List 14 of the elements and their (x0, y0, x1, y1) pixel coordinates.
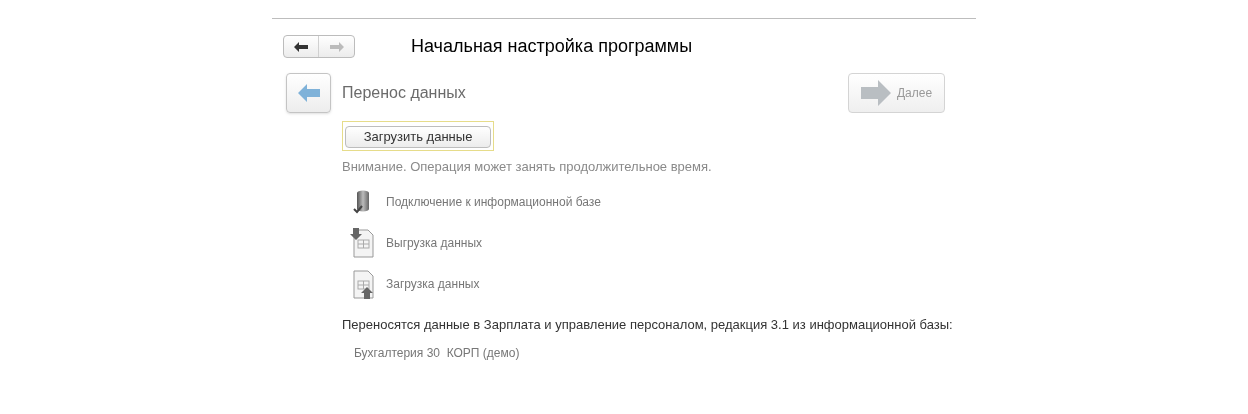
step-label: Выгрузка данных (386, 234, 483, 252)
load-data-button[interactable]: Загрузить данные (345, 125, 491, 148)
step-label: Подключение к информационной базе (386, 193, 601, 211)
info-text: Переносятся данные в Зарплата и управление персоналом, редакция 3.1 из информационной базы: (342, 315, 954, 334)
warning-text: Внимание. Операция может занять продолжительное время. (342, 158, 713, 176)
left-arrow-icon (294, 41, 308, 52)
page-title: Перенос данных (342, 83, 466, 103)
right-arrow-icon (860, 80, 891, 106)
back-step-button[interactable] (286, 73, 331, 113)
step-label: Загрузка данных (386, 275, 480, 293)
right-arrow-icon (329, 41, 344, 52)
left-arrow-icon (297, 84, 320, 102)
source-base-name: Бухгалтерия 30 КОРП (демо) (354, 345, 521, 362)
window-title: Начальная настройка программы (411, 35, 693, 58)
